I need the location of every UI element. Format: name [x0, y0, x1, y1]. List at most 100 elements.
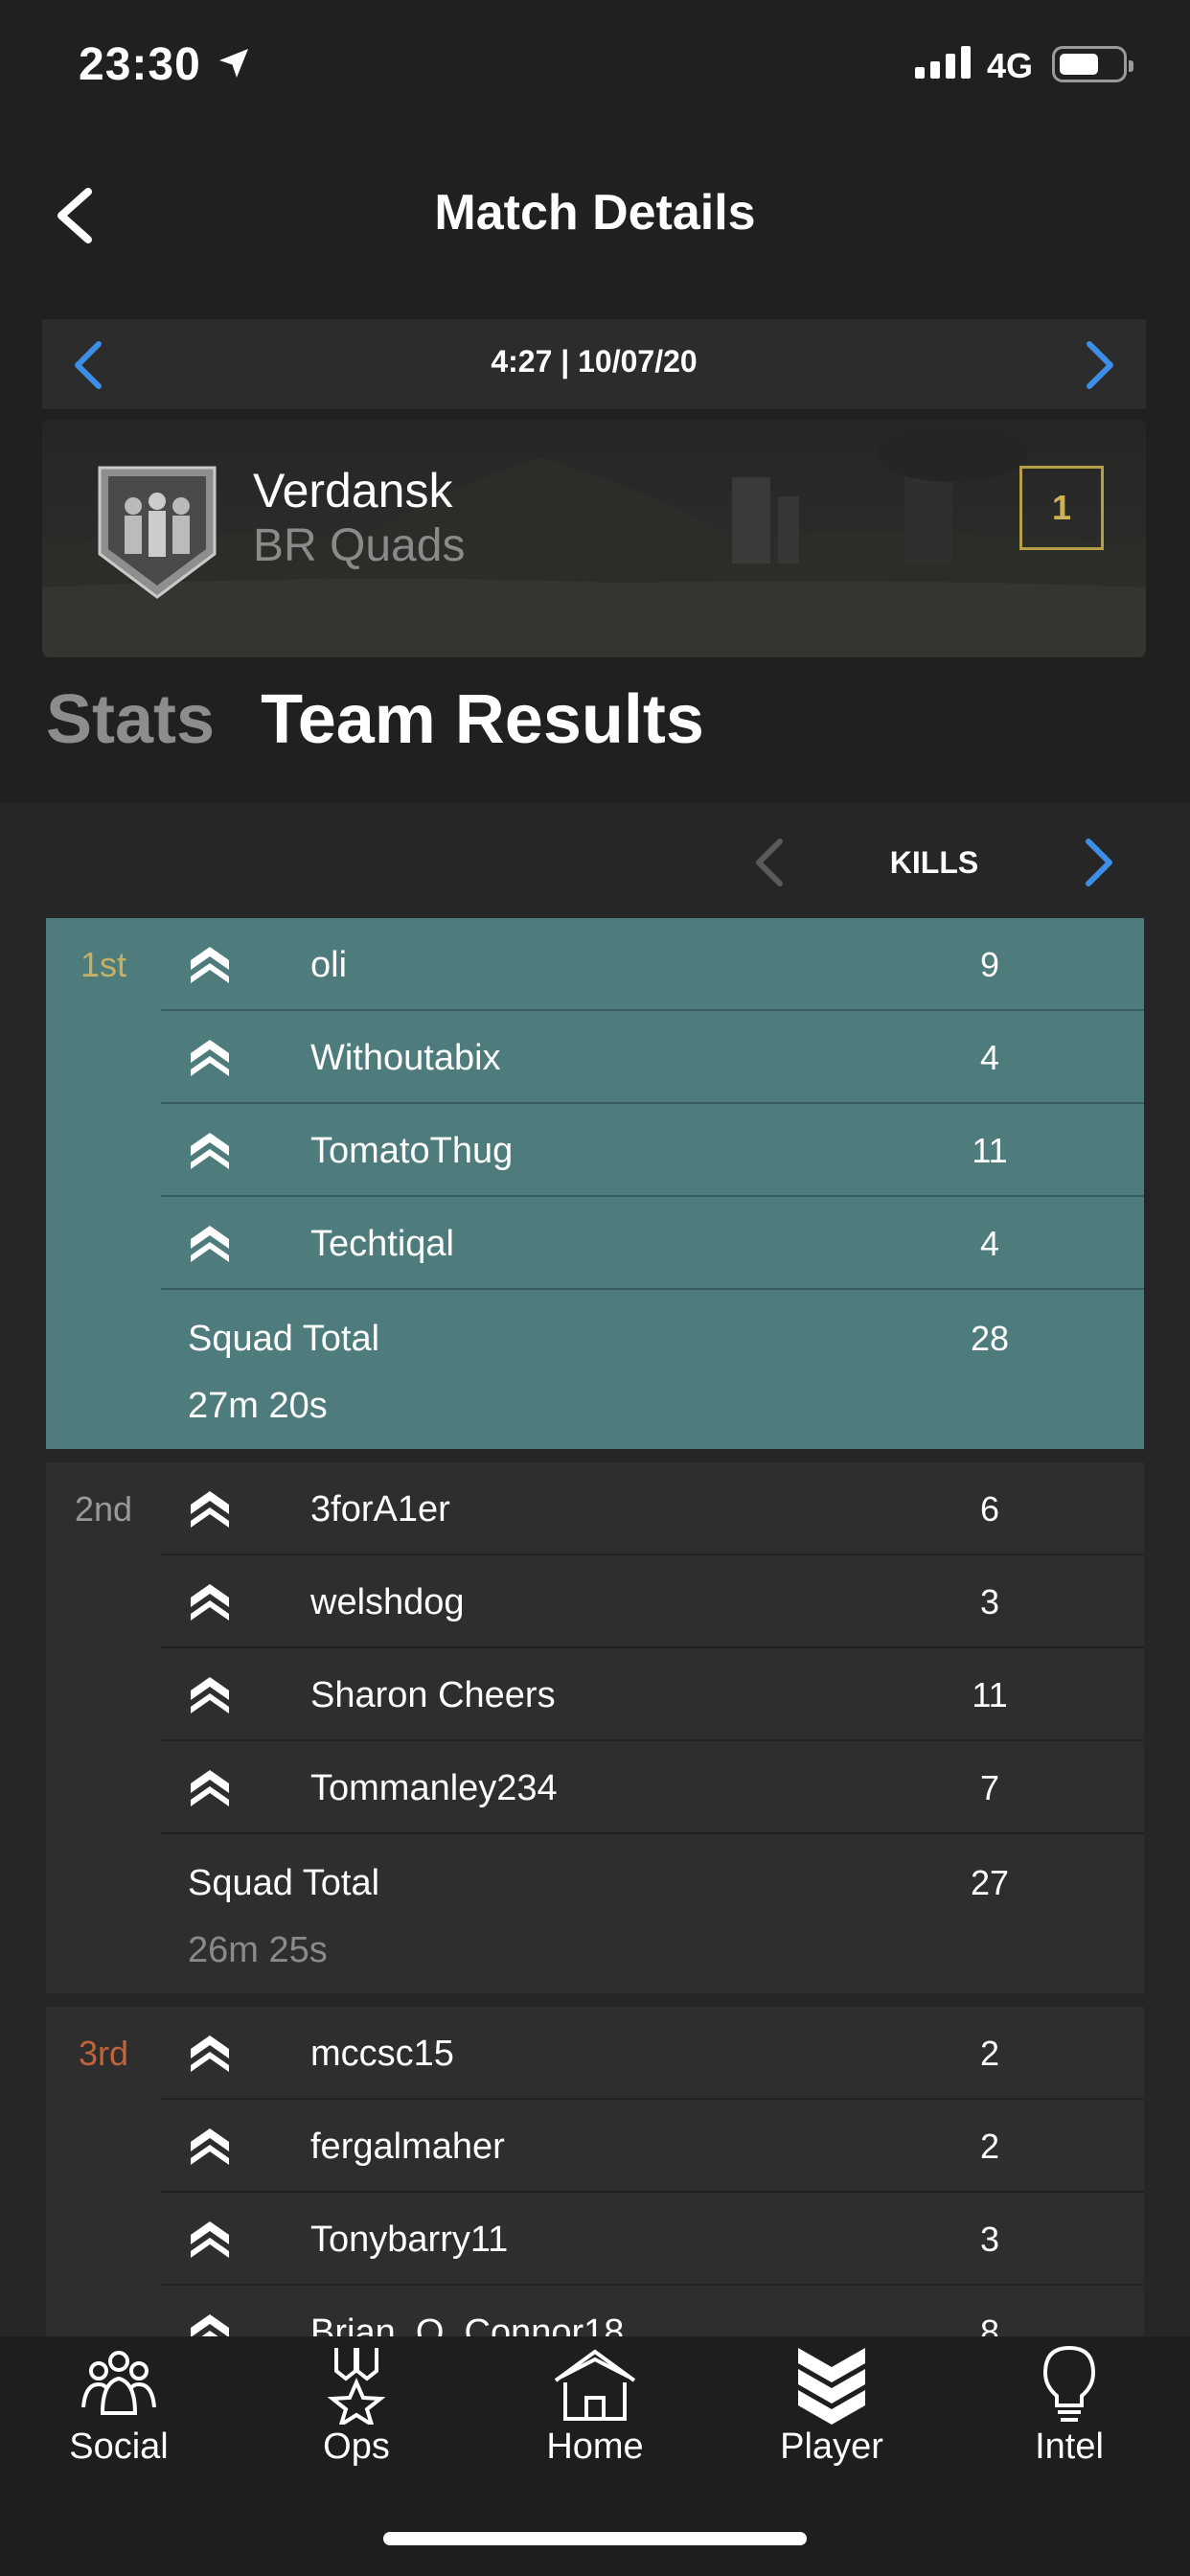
tab-label: Player: [780, 2426, 883, 2467]
rank-chevron-icon: [191, 1584, 229, 1621]
player-name: Withoutabix: [310, 1038, 501, 1078]
battery-icon: [1052, 46, 1133, 82]
squad-card: 1st oli 9 Withoutabix 4 TomatoThug 11 Techt…: [46, 918, 1144, 1449]
player-row[interactable]: welshdog 3: [161, 1555, 1144, 1648]
rank-chevron-icon: [191, 1491, 229, 1528]
player-name: oli: [310, 945, 348, 985]
player-icon: [798, 2348, 865, 2425]
player-kills: 3: [979, 2220, 1000, 2259]
player-name: 3forA1er: [310, 1489, 450, 1530]
player-kills: 4: [979, 1224, 1000, 1263]
tab-label: Social: [69, 2426, 169, 2467]
tab-intel[interactable]: Intel: [973, 2344, 1165, 2468]
status-bar: 23:30 4G: [0, 0, 1190, 129]
player-row[interactable]: Tommanley234 7: [161, 1741, 1144, 1834]
location-arrow-icon: [219, 49, 248, 78]
ops-icon: [327, 2348, 386, 2425]
next-match-icon[interactable]: [1074, 338, 1122, 392]
match-card: Verdansk BR Quads 1: [42, 420, 1146, 657]
match-date-bar: 4:27 | 10/07/20: [42, 319, 1146, 409]
stat-selector: KILLS: [0, 803, 1190, 918]
player-name: Techtiqal: [310, 1224, 454, 1264]
detail-tabs: Stats Team Results: [46, 680, 704, 776]
stat-label: KILLS: [889, 845, 979, 880]
squad-card: 2nd 3forA1er 6 welshdog 3 Sharon Cheers 11 …: [46, 1462, 1144, 1993]
rank-chevron-icon: [191, 2221, 229, 2258]
player-kills: 4: [979, 1038, 1000, 1077]
br-mode-emblem-icon: [98, 466, 217, 599]
team-results-panel: KILLS 1st oli 9 Withoutabix 4 TomatoThug 11…: [0, 803, 1190, 2336]
tab-home[interactable]: Home: [499, 2344, 691, 2468]
player-row[interactable]: oli 9: [161, 918, 1144, 1011]
page-title: Match Details: [434, 185, 756, 241]
rank-chevron-icon: [191, 1133, 229, 1169]
player-row[interactable]: Brian_O_Connor18 8: [161, 2286, 1144, 2336]
tab-label: Ops: [323, 2426, 390, 2467]
tab-label: Home: [546, 2426, 644, 2467]
player-kills: 2: [979, 2127, 1000, 2166]
player-kills: 2: [979, 2034, 1000, 2073]
map-name: Verdansk: [253, 464, 453, 518]
tab-social[interactable]: Social: [23, 2344, 215, 2468]
rank-chevron-icon: [191, 1226, 229, 1262]
rank-chevron-icon: [191, 2128, 229, 2165]
player-row[interactable]: 3forA1er 6: [161, 1462, 1144, 1555]
player-kills: 3: [979, 1582, 1000, 1622]
player-row[interactable]: Techtiqal 4: [161, 1197, 1144, 1290]
status-time: 23:30: [79, 39, 201, 90]
squad-place: 2nd: [74, 1489, 133, 1529]
rank-chevron-icon: [191, 2314, 229, 2336]
player-kills: 6: [979, 1489, 1000, 1529]
squad-total-label: Squad Total: [188, 1319, 380, 1359]
match-date: 4:27 | 10/07/20: [491, 344, 698, 379]
tab-stats[interactable]: Stats: [46, 680, 215, 759]
rank-chevron-icon: [191, 1677, 229, 1714]
player-row[interactable]: TomatoThug 11: [161, 1104, 1144, 1197]
intel-icon: [1042, 2345, 1096, 2422]
squad-total-value: 27: [970, 1863, 1010, 1902]
player-name: Tonybarry11: [310, 2220, 509, 2260]
player-kills: 9: [979, 945, 1000, 984]
player-name: mccsc15: [310, 2034, 454, 2074]
player-name: fergalmaher: [310, 2127, 505, 2167]
rank-chevron-icon: [191, 1770, 229, 1806]
squad-place: 1st: [80, 945, 127, 984]
player-name: Sharon Cheers: [310, 1675, 556, 1715]
nav-header: Match Details: [0, 163, 1190, 268]
player-kills: 11: [972, 1675, 1008, 1714]
squad-survival-time: 27m 20s: [188, 1386, 328, 1426]
signal-icon: [915, 46, 971, 79]
squad-card: 3rd mccsc15 2 fergalmaher 2 Tonybarry11 3 B…: [46, 2007, 1144, 2336]
player-kills: 8: [979, 2312, 1000, 2336]
tab-ops[interactable]: Ops: [261, 2344, 452, 2468]
rank-chevron-icon: [191, 947, 229, 983]
squad-total-value: 28: [970, 1319, 1010, 1358]
rank-chevron-icon: [191, 1040, 229, 1076]
player-name: TomatoThug: [310, 1131, 514, 1171]
network-type: 4G: [987, 46, 1034, 85]
player-name: welshdog: [310, 1582, 465, 1622]
placement-badge: 1: [1019, 466, 1104, 550]
player-name: Tommanley234: [310, 1768, 558, 1808]
player-kills: 11: [972, 1131, 1008, 1170]
squad-survival-time: 26m 25s: [188, 1930, 328, 1970]
tab-label: Intel: [1035, 2426, 1104, 2467]
next-stat-icon[interactable]: [1073, 834, 1121, 891]
home-icon: [554, 2349, 636, 2421]
game-mode: BR Quads: [253, 520, 466, 571]
tab-team-results[interactable]: Team Results: [261, 680, 704, 759]
home-indicator: [383, 2532, 807, 2545]
tab-player[interactable]: Player: [736, 2344, 927, 2468]
player-kills: 7: [979, 1768, 1000, 1807]
squad-place: 3rd: [78, 2034, 129, 2073]
previous-stat-icon[interactable]: [747, 834, 795, 891]
player-row[interactable]: Tonybarry11 3: [161, 2193, 1144, 2286]
rank-chevron-icon: [191, 2036, 229, 2072]
player-row[interactable]: mccsc15 2: [161, 2007, 1144, 2100]
player-row[interactable]: Sharon Cheers 11: [161, 1648, 1144, 1741]
player-row[interactable]: Withoutabix 4: [161, 1011, 1144, 1104]
player-name: Brian_O_Connor18: [310, 2312, 625, 2336]
squad-total-label: Squad Total: [188, 1863, 380, 1903]
social-icon: [81, 2351, 156, 2415]
player-row[interactable]: fergalmaher 2: [161, 2100, 1144, 2193]
